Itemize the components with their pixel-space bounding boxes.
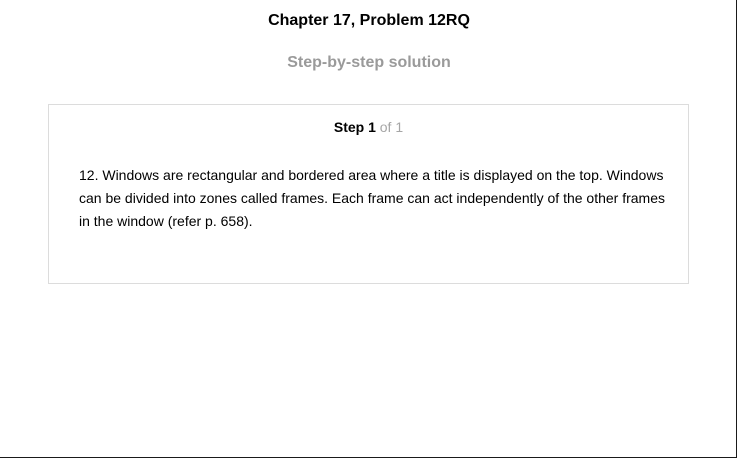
solution-step-card: Step 1 of 1 12. Windows are rectangular …	[48, 104, 689, 284]
page-subtitle: Step-by-step solution	[287, 54, 451, 71]
step-total: of 1	[379, 119, 404, 135]
step-heading: Step 1 of 1	[49, 119, 688, 135]
step-label: Step 1	[333, 119, 376, 135]
step-body-text: 12. Windows are rectangular and bordered…	[79, 167, 666, 229]
page-title: Chapter 17, Problem 12RQ	[268, 12, 470, 29]
